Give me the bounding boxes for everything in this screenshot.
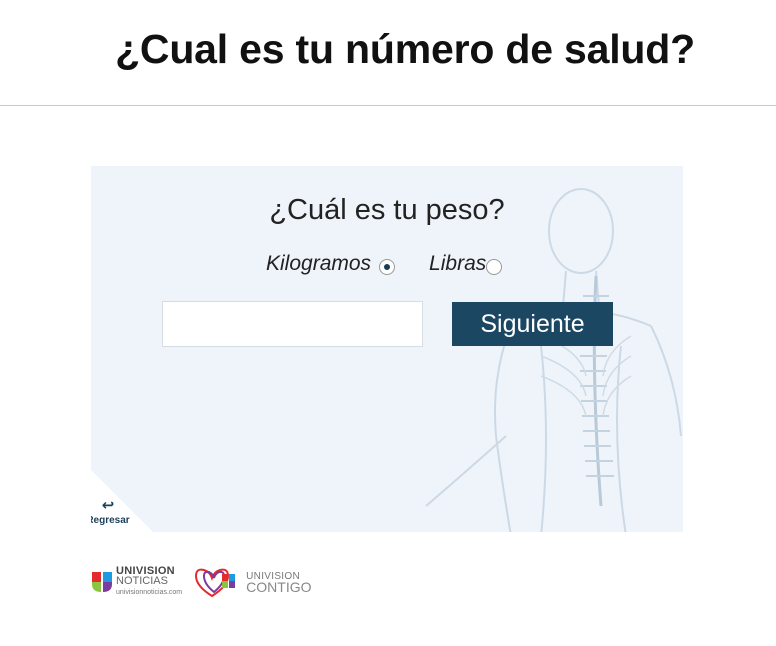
weight-input[interactable] xyxy=(162,301,423,347)
unit-label-kilogramos: Kilogramos xyxy=(266,252,372,275)
noticias-url: univisionnoticias.com xyxy=(116,589,183,596)
noticias-name: NOTICIAS xyxy=(116,575,168,587)
back-button[interactable]: ↩ Regresar xyxy=(91,497,131,527)
univision-noticias-logo: UNIVISION NOTICIAS univisionnoticias.com xyxy=(91,566,182,598)
back-arrow-icon: ↩ xyxy=(101,497,115,514)
unit-selector: Kilogramos Libras xyxy=(266,249,503,279)
footer-logos: UNIVISION NOTICIAS univisionnoticias.com… xyxy=(91,562,312,602)
question-card: ¿Cuál es tu peso? Kilogramos Libras Sigu… xyxy=(91,166,683,532)
univision-contigo-logo: UNIVISION CONTIGO xyxy=(190,566,312,598)
radio-libras[interactable] xyxy=(486,259,503,275)
next-button[interactable]: Siguiente xyxy=(452,302,613,346)
question-text: ¿Cuál es tu peso? xyxy=(269,194,505,226)
contigo-heart-icon xyxy=(195,568,236,598)
univision-u-icon xyxy=(92,572,112,592)
contigo-name: CONTIGO xyxy=(246,579,312,595)
header-divider xyxy=(0,105,776,106)
back-label: Regresar xyxy=(91,515,130,526)
anatomy-illustration xyxy=(425,188,682,532)
unit-label-libras: Libras xyxy=(429,252,487,275)
page-title: ¿Cual es tu número de salud? xyxy=(115,26,695,72)
radio-kilogramos[interactable] xyxy=(379,259,396,275)
